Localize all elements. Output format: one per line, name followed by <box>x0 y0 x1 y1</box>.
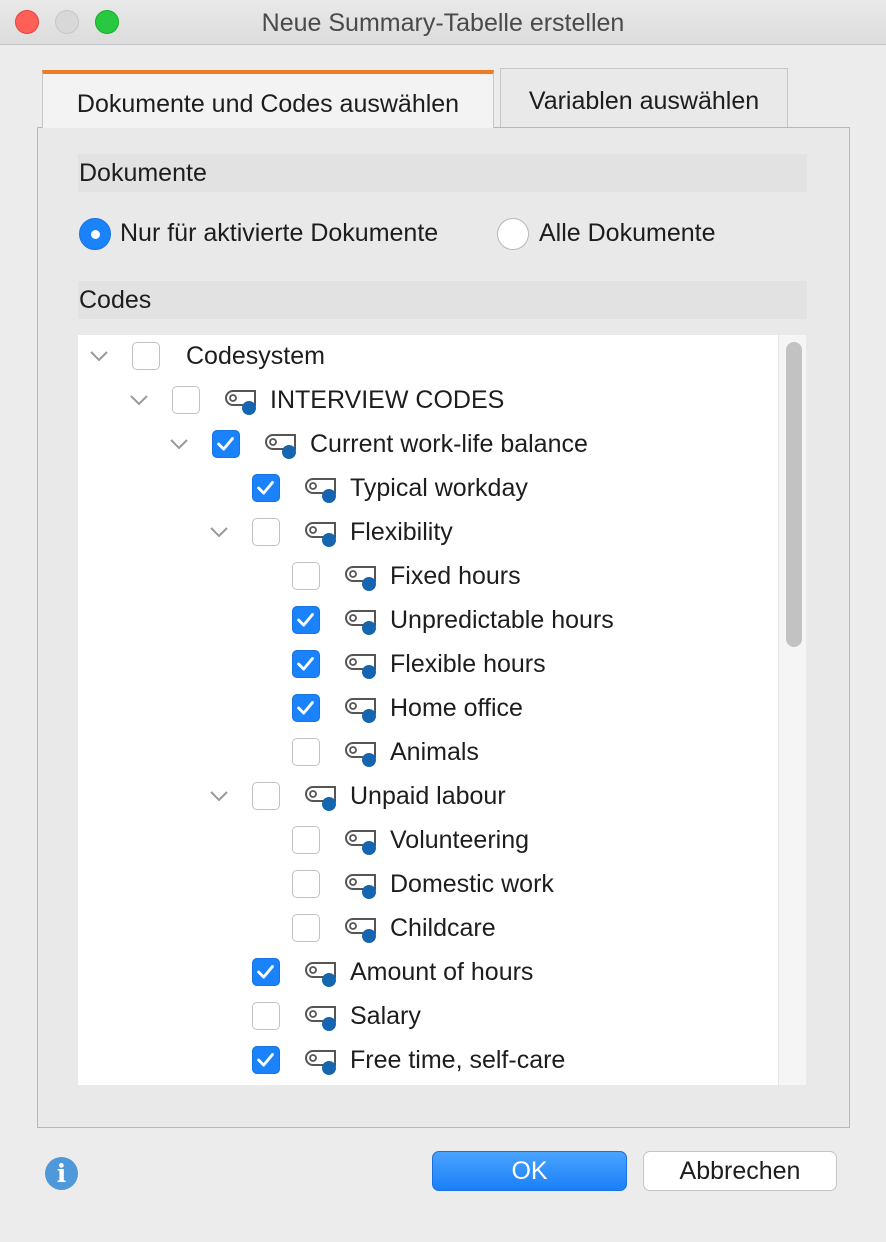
code-icon <box>345 654 376 679</box>
tree-checkbox[interactable] <box>292 826 320 854</box>
tree-checkbox[interactable] <box>172 386 200 414</box>
tree-row[interactable]: Volunteering <box>78 819 778 863</box>
code-icon <box>345 918 376 943</box>
checkmark-icon <box>257 481 274 495</box>
chevron-down-icon[interactable] <box>168 433 190 455</box>
tree-checkbox[interactable] <box>252 958 280 986</box>
tree-row-label: Free time, self-care <box>350 1046 566 1074</box>
tree-row-label: Home office <box>390 694 523 722</box>
tree-checkbox[interactable] <box>252 1002 280 1030</box>
chevron-down-icon[interactable] <box>88 345 110 367</box>
tree-checkbox[interactable] <box>292 650 320 678</box>
info-icon[interactable]: i <box>45 1157 78 1190</box>
tree-row[interactable]: Codesystem <box>78 335 778 379</box>
tree-row-label: Codesystem <box>186 342 325 370</box>
tab-documents-codes[interactable]: Dokumente und Codes auswählen <box>42 70 494 128</box>
tree-row-label: Unpredictable hours <box>390 606 614 634</box>
tree-checkbox[interactable] <box>252 474 280 502</box>
tree-row[interactable]: Salary <box>78 995 778 1039</box>
tab-variables[interactable]: Variablen auswählen <box>500 68 788 127</box>
checkmark-icon <box>297 701 314 715</box>
tree-checkbox[interactable] <box>292 870 320 898</box>
tree-row-label: Flexible hours <box>390 650 546 678</box>
code-icon <box>345 610 376 635</box>
tree-checkbox[interactable] <box>132 342 160 370</box>
tree-row-label: Fixed hours <box>390 562 521 590</box>
code-icon <box>305 962 336 987</box>
code-icon <box>265 434 296 459</box>
tree-row-label: Unpaid labour <box>350 782 506 810</box>
documents-option-activated[interactable]: Nur für aktivierte Dokumente <box>79 217 479 251</box>
scrollbar-thumb[interactable] <box>786 342 802 647</box>
code-icon <box>345 830 376 855</box>
tree-row-label: Animals <box>390 738 479 766</box>
tree-row-label: Domestic work <box>390 870 554 898</box>
checkmark-icon <box>297 657 314 671</box>
tree-checkbox[interactable] <box>252 1046 280 1074</box>
tree-row-label: INTERVIEW CODES <box>270 386 505 414</box>
tree-row-label: Flexibility <box>350 518 453 546</box>
tree-row[interactable]: Typical workday <box>78 467 778 511</box>
code-tree[interactable]: Codesystem INTERVIEW CODES Current work-li… <box>78 335 806 1085</box>
tree-row-label: Volunteering <box>390 826 530 854</box>
tree-checkbox[interactable] <box>252 782 280 810</box>
tree-row[interactable]: Home office <box>78 687 778 731</box>
radio-activated-label: Nur für aktivierte Dokumente <box>120 219 439 247</box>
radio-all-documents[interactable] <box>497 218 529 250</box>
tree-row[interactable]: Childcare <box>78 907 778 951</box>
tree-row-label: Salary <box>350 1002 421 1030</box>
checkmark-icon <box>257 1053 274 1067</box>
code-icon <box>345 742 376 767</box>
window-title: Neue Summary-Tabelle erstellen <box>261 9 625 37</box>
tree-checkbox[interactable] <box>292 738 320 766</box>
tree-row[interactable]: Current work-life balance <box>78 423 778 467</box>
tree-row-label: Amount of hours <box>350 958 534 986</box>
tree-row[interactable]: Unpaid labour <box>78 775 778 819</box>
tree-row[interactable]: Unpredictable hours <box>78 599 778 643</box>
tree-checkbox[interactable] <box>292 606 320 634</box>
tree-checkbox[interactable] <box>252 518 280 546</box>
code-icon <box>305 1050 336 1075</box>
tree-row[interactable]: Flexible hours <box>78 643 778 687</box>
tree-row[interactable]: Fixed hours <box>78 555 778 599</box>
chevron-down-icon[interactable] <box>208 785 230 807</box>
codes-section-header: Codes <box>78 281 807 319</box>
title-bar[interactable]: Neue Summary-Tabelle erstellen <box>0 0 886 45</box>
radio-all-label: Alle Dokumente <box>539 219 716 247</box>
dialog-window: Neue Summary-Tabelle erstellen Dokumente… <box>0 0 886 1242</box>
code-icon <box>345 874 376 899</box>
tree-row[interactable]: Free time, self-care <box>78 1039 778 1083</box>
tree-checkbox[interactable] <box>292 562 320 590</box>
checkmark-icon <box>217 437 234 451</box>
ok-button[interactable]: OK <box>432 1151 627 1191</box>
tree-row[interactable]: Domestic work <box>78 863 778 907</box>
code-icon <box>345 566 376 591</box>
tree-row[interactable]: Amount of hours <box>78 951 778 995</box>
code-icon <box>305 1006 336 1031</box>
tree-row-label: Typical workday <box>350 474 528 502</box>
tree-row[interactable]: Flexibility <box>78 511 778 555</box>
cancel-button[interactable]: Abbrechen <box>643 1151 837 1191</box>
checkmark-icon <box>257 965 274 979</box>
tree-row[interactable]: Animals <box>78 731 778 775</box>
chevron-down-icon[interactable] <box>128 389 150 411</box>
documents-option-all[interactable]: Alle Dokumente <box>497 217 747 251</box>
tree-checkbox[interactable] <box>292 914 320 942</box>
code-icon <box>345 698 376 723</box>
tree-checkbox[interactable] <box>212 430 240 458</box>
code-icon <box>305 522 336 547</box>
tree-row-label: Childcare <box>390 914 496 942</box>
code-icon <box>305 786 336 811</box>
chevron-down-icon[interactable] <box>208 521 230 543</box>
tree-row[interactable]: INTERVIEW CODES <box>78 379 778 423</box>
tree-row-label: Current work-life balance <box>310 430 588 458</box>
checkmark-icon <box>297 613 314 627</box>
code-icon <box>225 390 256 415</box>
radio-activated-documents[interactable] <box>79 218 111 250</box>
code-icon <box>305 478 336 503</box>
documents-section-header: Dokumente <box>78 154 807 192</box>
tree-checkbox[interactable] <box>292 694 320 722</box>
